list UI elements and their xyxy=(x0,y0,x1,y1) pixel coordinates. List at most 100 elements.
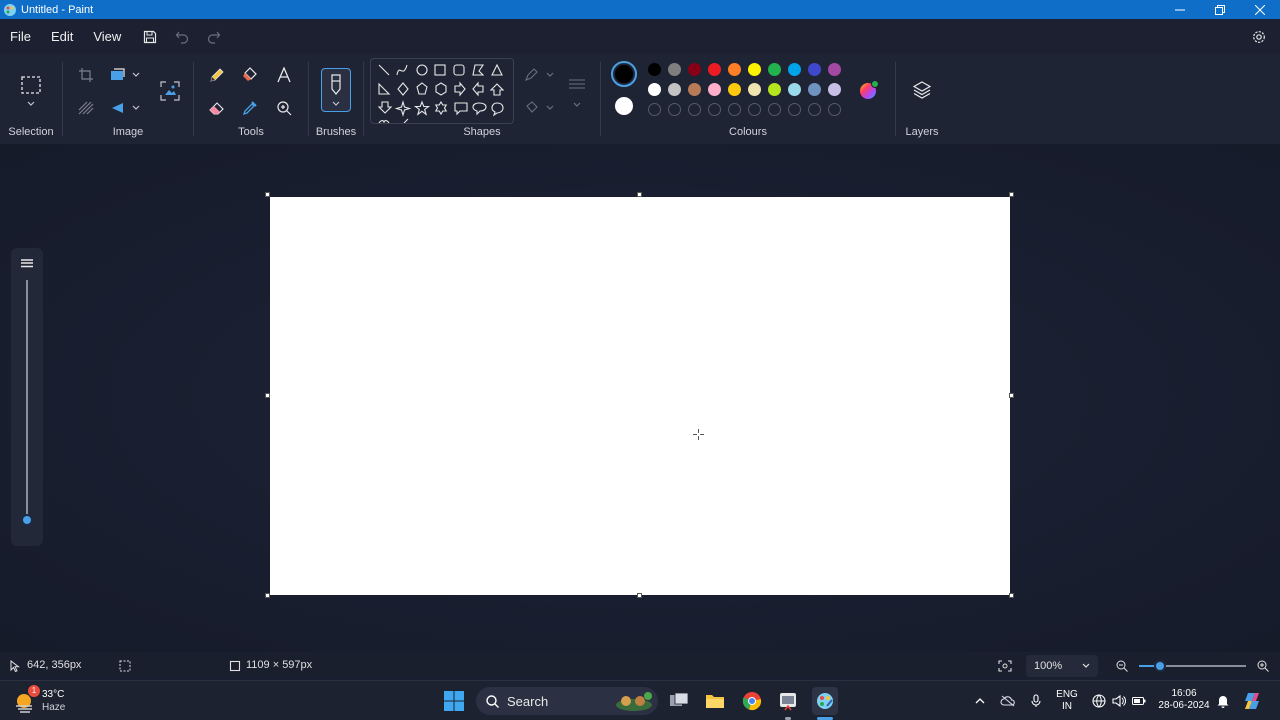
magnifier-button[interactable] xyxy=(273,97,295,119)
menu-file[interactable]: File xyxy=(0,19,41,54)
start-button[interactable] xyxy=(442,689,466,713)
colour-swatch[interactable] xyxy=(768,83,781,96)
pencil-button[interactable] xyxy=(206,64,228,86)
oval-shape-icon[interactable] xyxy=(416,64,428,76)
canvas-resize-handle[interactable] xyxy=(1009,593,1014,598)
up-arrow-shape-icon[interactable] xyxy=(489,83,505,96)
colour-swatch[interactable] xyxy=(668,63,681,76)
colour-swatch[interactable] xyxy=(748,63,761,76)
zoom-slider[interactable] xyxy=(1139,660,1246,672)
custom-colour-slot[interactable] xyxy=(768,103,781,116)
callout-cloud-shape-icon[interactable] xyxy=(491,102,504,117)
line-shape-icon[interactable] xyxy=(378,64,390,76)
save-button[interactable] xyxy=(137,24,163,50)
colour-swatch[interactable] xyxy=(708,83,721,96)
quick-settings-button[interactable] xyxy=(1089,689,1149,713)
fill-button[interactable] xyxy=(239,64,261,86)
zoom-slider-thumb[interactable] xyxy=(1154,660,1167,672)
file-explorer-button[interactable] xyxy=(703,689,727,713)
rounded-rectangle-shape-icon[interactable] xyxy=(453,64,465,76)
brushes-button[interactable] xyxy=(321,68,351,112)
diamond-shape-icon[interactable] xyxy=(397,82,409,96)
colour-swatch[interactable] xyxy=(748,83,761,96)
menu-view[interactable]: View xyxy=(83,19,131,54)
show-hidden-icons-button[interactable] xyxy=(970,689,990,713)
colour-swatch[interactable] xyxy=(728,63,741,76)
layers-button[interactable] xyxy=(910,78,934,102)
undo-button[interactable] xyxy=(169,24,195,50)
custom-colour-slot[interactable] xyxy=(688,103,701,116)
weather-widget[interactable]: 1 33°C Haze xyxy=(14,685,74,715)
zoom-out-button[interactable] xyxy=(1114,658,1130,674)
text-button[interactable] xyxy=(273,64,295,86)
custom-colour-slot[interactable] xyxy=(668,103,681,116)
canvas-resize-handle[interactable] xyxy=(637,192,642,197)
lightning-shape-icon[interactable] xyxy=(403,118,409,123)
polygon-shape-icon[interactable] xyxy=(472,64,485,76)
chrome-button[interactable] xyxy=(740,689,764,713)
callout-rectangle-shape-icon[interactable] xyxy=(454,102,468,116)
colour-swatch[interactable] xyxy=(828,83,841,96)
colour-swatch[interactable] xyxy=(688,63,701,76)
colour-swatch[interactable] xyxy=(688,83,701,96)
rectangle-shape-icon[interactable] xyxy=(434,64,446,76)
rotate-flip-button[interactable] xyxy=(107,97,143,119)
colour-swatch[interactable] xyxy=(668,83,681,96)
taskbar-search-box[interactable]: Search xyxy=(476,687,658,715)
image-creator-button[interactable] xyxy=(157,78,183,104)
menu-edit[interactable]: Edit xyxy=(41,19,83,54)
edit-colours-button[interactable] xyxy=(857,78,881,102)
selection-tool-button[interactable] xyxy=(16,70,46,112)
colour-swatch[interactable] xyxy=(648,83,661,96)
canvas-resize-handle[interactable] xyxy=(637,593,642,598)
paint-taskbar-button[interactable] xyxy=(812,687,838,715)
brush-size-thumb[interactable] xyxy=(21,514,33,526)
custom-colour-slot[interactable] xyxy=(728,103,741,116)
custom-colour-slot[interactable] xyxy=(708,103,721,116)
custom-colour-slot[interactable] xyxy=(828,103,841,116)
pentagon-shape-icon[interactable] xyxy=(416,82,428,95)
resize-button[interactable] xyxy=(107,64,143,86)
canvas-resize-handle[interactable] xyxy=(265,393,270,398)
task-view-button[interactable] xyxy=(667,689,691,713)
heart-shape-icon[interactable] xyxy=(378,120,390,123)
colour-swatch[interactable] xyxy=(768,63,781,76)
redo-button[interactable] xyxy=(201,24,227,50)
canvas-resize-handle[interactable] xyxy=(265,593,270,598)
colour-swatch[interactable] xyxy=(648,63,661,76)
callout-oval-shape-icon[interactable] xyxy=(472,102,487,116)
fit-to-window-button[interactable] xyxy=(996,657,1014,675)
colour-swatch[interactable] xyxy=(808,83,821,96)
onedrive-button[interactable] xyxy=(998,689,1018,713)
curve-shape-icon[interactable] xyxy=(396,64,408,76)
colour-swatch[interactable] xyxy=(808,63,821,76)
custom-colour-slot[interactable] xyxy=(808,103,821,116)
custom-colour-slot[interactable] xyxy=(648,103,661,116)
four-point-star-shape-icon[interactable] xyxy=(394,100,412,117)
colour-swatch[interactable] xyxy=(788,63,801,76)
down-arrow-shape-icon[interactable] xyxy=(377,101,393,114)
outline-button[interactable] xyxy=(522,64,556,86)
close-button[interactable] xyxy=(1240,0,1280,19)
brush-size-slider[interactable] xyxy=(11,248,43,546)
colour-swatch[interactable] xyxy=(788,83,801,96)
microphone-button[interactable] xyxy=(1026,689,1046,713)
five-point-star-shape-icon[interactable] xyxy=(413,100,431,116)
zoom-in-button[interactable] xyxy=(1255,658,1271,674)
notifications-button[interactable] xyxy=(1214,689,1232,713)
canvas-resize-handle[interactable] xyxy=(1009,393,1014,398)
minimize-button[interactable] xyxy=(1160,0,1200,19)
colour-swatch[interactable] xyxy=(728,83,741,96)
right-arrow-shape-icon[interactable] xyxy=(454,81,466,97)
clock[interactable]: 16:06 28-06-2024 xyxy=(1154,688,1214,712)
settings-button[interactable] xyxy=(1246,24,1272,50)
eraser-button[interactable] xyxy=(206,97,228,119)
canvas-resize-handle[interactable] xyxy=(1009,192,1014,197)
left-arrow-shape-icon[interactable] xyxy=(472,81,484,97)
six-point-star-shape-icon[interactable] xyxy=(434,100,448,116)
restore-button[interactable] xyxy=(1200,0,1240,19)
drawing-canvas[interactable] xyxy=(270,197,1010,595)
shape-style-button[interactable] xyxy=(564,72,590,112)
canvas-resize-handle[interactable] xyxy=(265,192,270,197)
custom-colour-slot[interactable] xyxy=(788,103,801,116)
